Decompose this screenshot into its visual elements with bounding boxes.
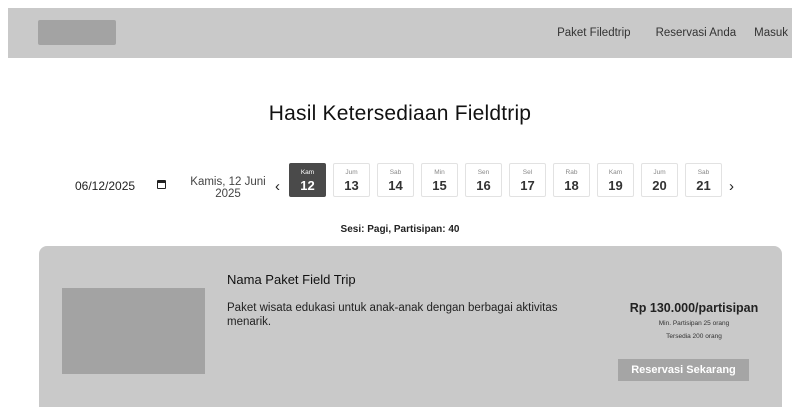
day-name: Rab (565, 169, 578, 176)
day-date: 20 (652, 178, 667, 193)
day-name: Jum (653, 169, 666, 176)
day-name: Sab (389, 169, 402, 176)
day-button[interactable]: Jum 20 (641, 163, 678, 197)
session-info: Sesi: Pagi, Partisipan: 40 (340, 224, 460, 235)
day-name: Sel (522, 169, 533, 176)
day-button[interactable]: Sab 14 (377, 163, 414, 197)
day-name: Kam (300, 169, 315, 176)
nav-link-masuk[interactable]: Masuk (754, 27, 788, 39)
day-date: 15 (432, 178, 447, 193)
available-slots: Tersedia 200 orang (666, 333, 722, 340)
day-button[interactable]: Sab 21 (685, 163, 722, 197)
day-date: 12 (300, 178, 315, 193)
top-navbar: Paket Filedtrip Reservasi Anda Masuk (8, 8, 792, 58)
day-button[interactable]: Min 15 (421, 163, 458, 197)
nav-link-reservasi-anda[interactable]: Reservasi Anda (656, 27, 737, 39)
day-button[interactable]: Sel 17 (509, 163, 546, 197)
nav-menu: Paket Filedtrip Reservasi Anda Masuk (557, 8, 792, 58)
package-card: Nama Paket Field Trip Paket wisata eduka… (39, 246, 782, 407)
min-participants: Min. Partisipan 25 orang (658, 320, 730, 327)
day-button[interactable]: Rab 18 (553, 163, 590, 197)
day-button[interactable]: Kam 12 (289, 163, 326, 197)
day-button[interactable]: Sen 16 (465, 163, 502, 197)
day-button[interactable]: Kam 19 (597, 163, 634, 197)
date-input[interactable]: 06/12/2025 (75, 179, 135, 193)
chevron-left-icon[interactable]: ‹ (275, 179, 280, 194)
chevron-right-icon[interactable]: › (729, 179, 734, 194)
calendar-icon[interactable] (157, 180, 166, 189)
day-name: Sab (697, 169, 710, 176)
selected-date-label: Kamis, 12 Juni 2025 (190, 176, 266, 200)
day-button[interactable]: Jum 13 (333, 163, 370, 197)
day-date: 16 (476, 178, 491, 193)
date-selector-bar: 06/12/2025 Kamis, 12 Juni 2025 ‹ Kam 12 … (62, 158, 752, 214)
package-name: Nama Paket Field Trip (227, 272, 356, 287)
reserve-now-button[interactable]: Reservasi Sekarang (618, 359, 749, 381)
day-date: 18 (564, 178, 579, 193)
day-name: Sen (477, 169, 490, 176)
day-date: 14 (388, 178, 403, 193)
package-image-placeholder (62, 288, 205, 374)
page-title: Hasil Ketersediaan Fieldtrip (268, 102, 532, 125)
day-name: Kam (608, 169, 623, 176)
logo-placeholder[interactable] (38, 20, 116, 45)
day-name: Min (434, 169, 445, 176)
nav-link-paket-fieldtrip[interactable]: Paket Filedtrip (557, 27, 631, 39)
day-date: 17 (520, 178, 535, 193)
package-description: Paket wisata edukasi untuk anak-anak den… (227, 302, 558, 328)
day-date: 19 (608, 178, 623, 193)
day-name: Jum (345, 169, 358, 176)
package-price: Rp 130.000/partisipan (629, 301, 759, 315)
day-date: 13 (344, 178, 359, 193)
day-date: 21 (696, 178, 711, 193)
